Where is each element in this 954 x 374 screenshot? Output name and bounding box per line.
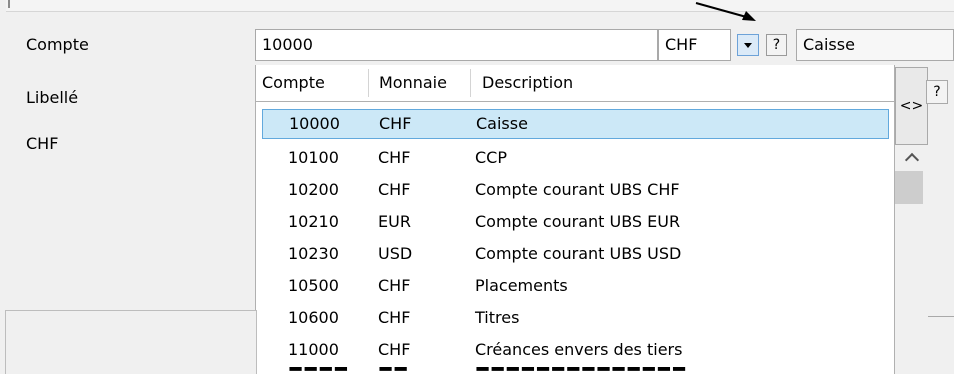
list-item[interactable]: 10210 EUR Compte courant UBS EUR [262, 208, 887, 236]
compte-label: Compte [26, 35, 89, 54]
account-number: 10100 [288, 148, 339, 167]
column-header-currency[interactable]: Monnaie [379, 65, 447, 101]
account-number: 10200 [288, 180, 339, 199]
column-separator [470, 69, 471, 97]
swap-button[interactable]: <> [895, 67, 928, 145]
currency-field[interactable]: CHF [658, 29, 731, 61]
compte-input[interactable]: 10000 [255, 29, 658, 61]
scroll-up-button[interactable] [895, 145, 928, 171]
dropdown-list[interactable]: 10000 CHF Caisse 10100 CHF CCP 10200 CHF… [255, 101, 895, 374]
account-description: Caisse [476, 114, 528, 133]
list-item[interactable]: 11000 CHF Créances envers des tiers [262, 336, 887, 364]
account-description: Compte courant UBS EUR [475, 212, 681, 231]
account-number: 10600 [288, 308, 339, 327]
window-top-frame [6, 0, 954, 12]
account-description: Placements [475, 276, 568, 295]
account-currency: CHF [379, 114, 412, 133]
divider [928, 316, 954, 317]
chf-label: CHF [26, 134, 59, 153]
libelle-label: Libellé [26, 88, 79, 107]
scrollbar-thumb[interactable] [895, 171, 923, 204]
column-header-account[interactable]: Compte [262, 65, 325, 101]
list-item-selected[interactable]: 10000 CHF Caisse [262, 109, 889, 139]
account-description: Titres [475, 308, 520, 327]
account-currency: CHF [378, 340, 411, 359]
description-field: Caisse [796, 29, 954, 61]
column-separator [368, 69, 369, 97]
frame-notch [8, 0, 10, 8]
account-description: CCP [475, 148, 507, 167]
account-number: 10500 [288, 276, 339, 295]
account-number: 10210 [288, 212, 339, 231]
account-currency: CHF [378, 180, 411, 199]
dropdown-header: Compte Monnaie Description [255, 65, 895, 101]
account-currency: CHF [378, 148, 411, 167]
list-item[interactable]: 10230 USD Compte courant UBS USD [262, 240, 887, 268]
list-item[interactable]: 10100 CHF CCP [262, 144, 887, 172]
list-item[interactable]: 10200 CHF Compte courant UBS CHF [262, 176, 887, 204]
list-item[interactable]: 10500 CHF Placements [262, 272, 887, 300]
dropdown-button[interactable] [737, 34, 759, 56]
account-currency: CHF [378, 276, 411, 295]
account-number: 10230 [288, 244, 339, 263]
list-item-partial: ▬▬▬▬ ▬▬ ▬▬▬▬▬▬▬▬▬▬▬▬▬▬ [262, 367, 887, 374]
account-number: 10000 [289, 114, 340, 133]
account-currency: CHF [378, 308, 411, 327]
account-description: Créances envers des tiers [475, 340, 683, 359]
column-header-description[interactable]: Description [482, 65, 573, 101]
account-description: Compte courant UBS USD [475, 244, 682, 263]
account-description: Compte courant UBS CHF [475, 180, 680, 199]
chevron-up-icon [904, 152, 919, 168]
help-button[interactable]: ? [766, 34, 787, 56]
list-item[interactable]: 10600 CHF Titres [262, 304, 887, 332]
swap-help-button[interactable]: ? [926, 80, 948, 104]
triangle-down-icon [744, 42, 752, 48]
account-number: 11000 [288, 340, 339, 359]
account-currency: EUR [378, 212, 411, 231]
bottom-panel [5, 310, 257, 374]
annotation-arrow-icon [695, 2, 756, 21]
account-currency: USD [378, 244, 413, 263]
